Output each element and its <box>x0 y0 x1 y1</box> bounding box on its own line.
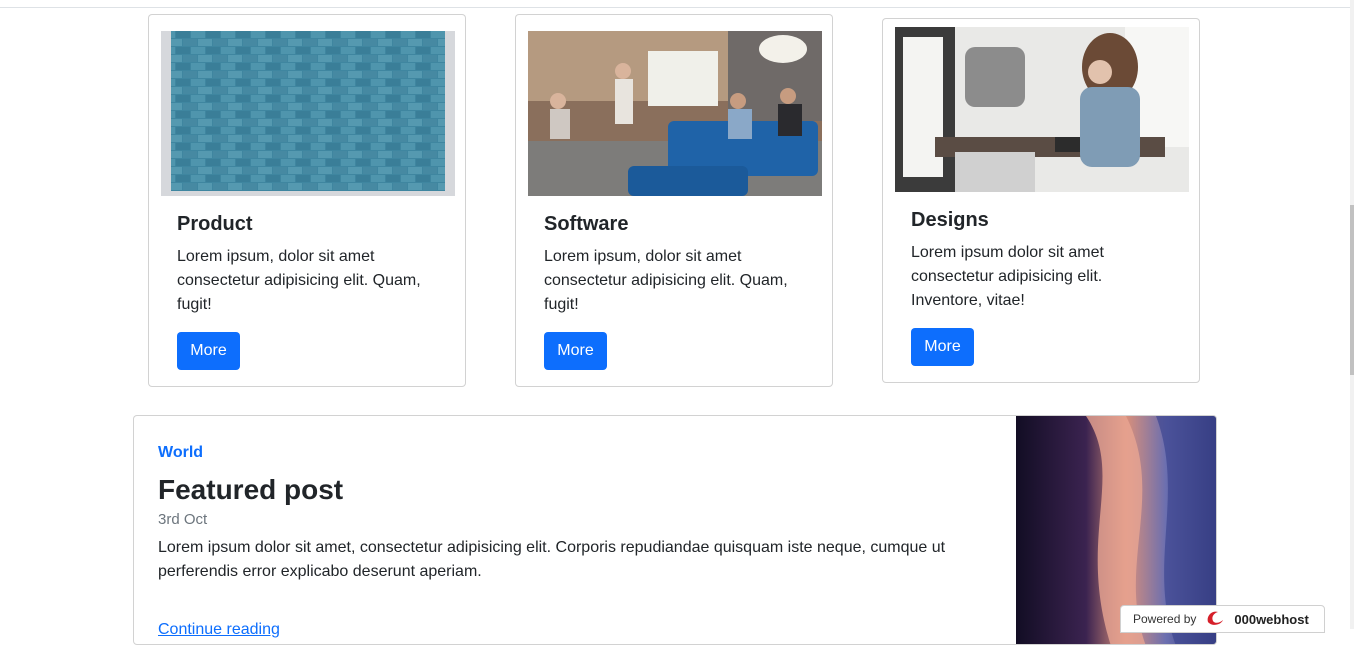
post-title: Featured post <box>158 474 344 505</box>
card-designs: Designs Lorem ipsum dolor sit amet conse… <box>882 18 1200 383</box>
card-title: Designs <box>911 209 989 231</box>
more-button[interactable]: More <box>544 332 607 370</box>
card-text: Lorem ipsum, dolor sit amet consectetur … <box>544 248 788 313</box>
brand-name: 000webhost <box>1234 611 1309 627</box>
card-product: Product Lorem ipsum, dolor sit amet cons… <box>148 14 466 387</box>
more-button[interactable]: More <box>177 332 240 370</box>
more-button[interactable]: More <box>911 328 974 366</box>
post-excerpt: Lorem ipsum dolor sit amet, consectetur … <box>158 539 946 580</box>
card-text: Lorem ipsum, dolor sit amet consectetur … <box>177 248 421 313</box>
post-date: 3rd Oct <box>158 511 208 528</box>
workspace-image <box>895 27 1189 192</box>
brick-wall-image <box>161 31 455 196</box>
post-category: World <box>158 444 204 461</box>
card-text: Lorem ipsum dolor sit amet consectetur a… <box>911 244 1104 309</box>
team-meeting-image <box>528 31 822 196</box>
scrollbar-thumb[interactable] <box>1350 205 1354 375</box>
featured-post-card: World Featured post 3rd Oct Lorem ipsum … <box>133 415 1217 645</box>
card-title: Software <box>544 213 629 235</box>
000webhost-logo-icon <box>1204 608 1226 631</box>
card-software: Software Lorem ipsum, dolor sit amet con… <box>515 14 833 387</box>
card-title: Product <box>177 213 253 235</box>
top-divider <box>0 7 1354 8</box>
continue-reading-link[interactable]: Continue reading <box>158 621 280 639</box>
powered-by-label: Powered by <box>1133 612 1197 626</box>
scrollbar[interactable] <box>1350 0 1354 629</box>
